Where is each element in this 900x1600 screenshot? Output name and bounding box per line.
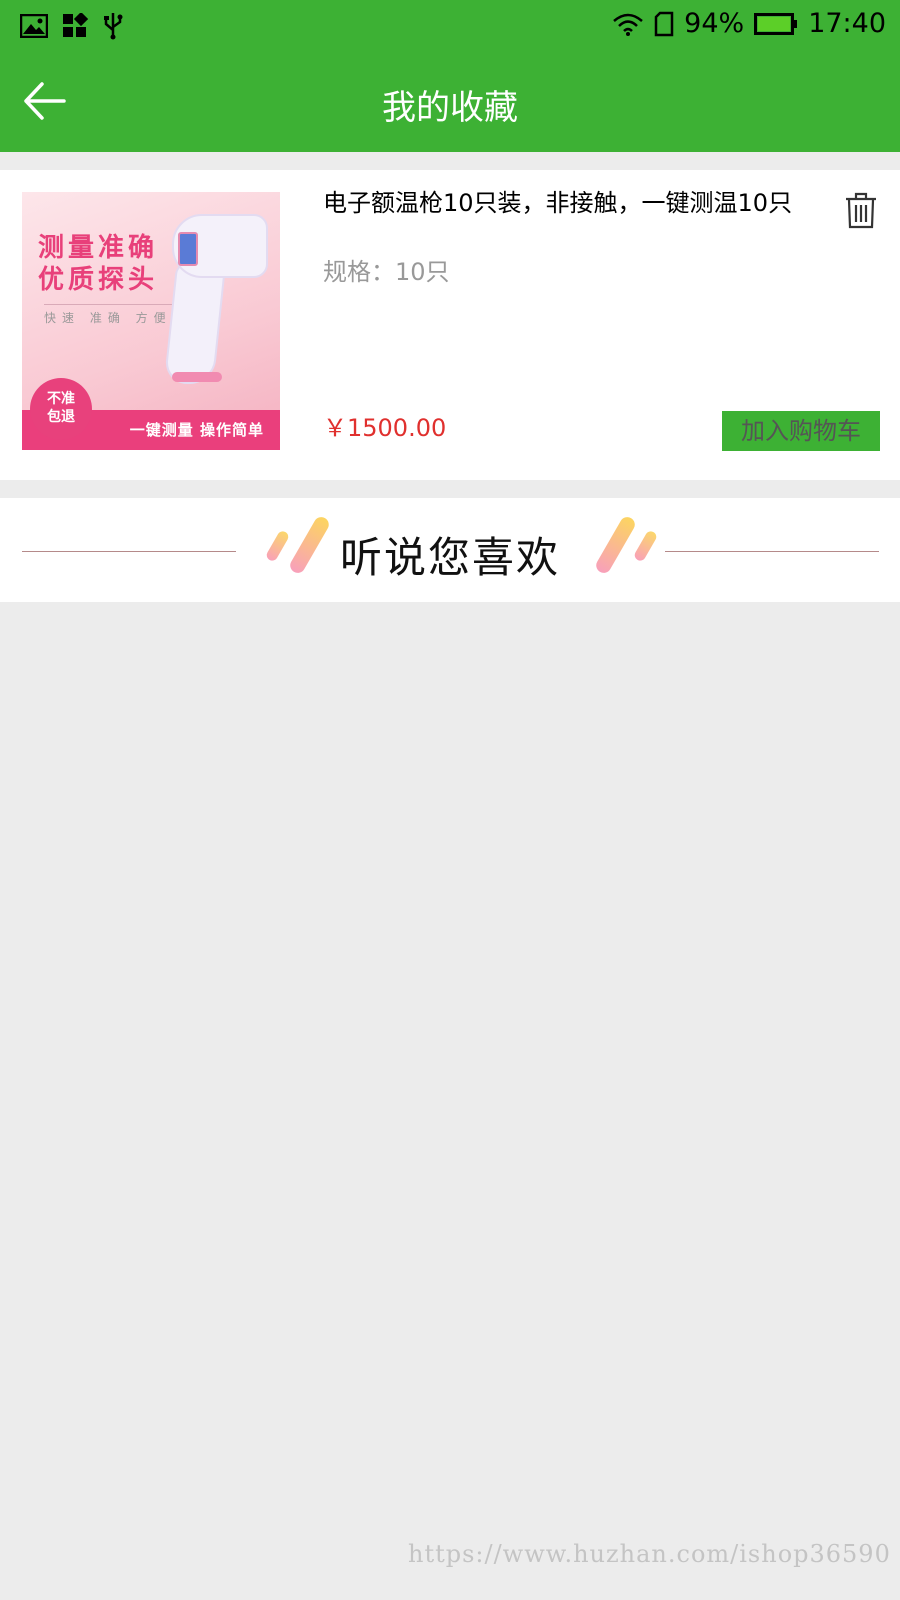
product-spec: 规格：10只 (323, 258, 450, 286)
delete-button[interactable] (844, 192, 878, 230)
sim-icon (654, 11, 674, 36)
product-image-headline-1: 测量准确 (38, 233, 159, 263)
status-right: 94% 17:40 (612, 8, 886, 39)
recommend-section: 听说您喜欢 (0, 498, 900, 602)
watermark: https://www.huzhan.com/ishop36590 (408, 1540, 891, 1568)
status-left-icons (20, 12, 124, 40)
product-image-headline: 测量准确 优质探头 (38, 232, 158, 296)
favorite-item-card[interactable]: 测量准确 优质探头 快速 准确 方便 一键测量 操作简单 不准 包退 电子额温枪… (0, 170, 900, 480)
badge-line-1: 不准 (47, 391, 75, 407)
wifi-icon (613, 13, 643, 36)
product-image-subline: 快速 准确 方便 (44, 304, 172, 326)
product-price: ￥1500.00 (323, 414, 447, 442)
recommend-title: 听说您喜欢 (339, 533, 560, 582)
product-image[interactable]: 测量准确 优质探头 快速 准确 方便 一键测量 操作简单 不准 包退 (22, 192, 280, 450)
page-title: 我的收藏 (382, 88, 518, 128)
thermometer-handle (163, 262, 227, 384)
badge-line-2: 包退 (47, 409, 75, 425)
apps-icon (63, 13, 88, 37)
product-title[interactable]: 电子额温枪10只装，非接触，一键测温10只 (323, 188, 793, 218)
thermometer-trigger (172, 372, 222, 382)
product-image-strip-text: 一键测量 操作简单 (129, 421, 264, 439)
image-icon (20, 14, 48, 38)
trash-icon (846, 192, 876, 229)
battery-icon (754, 12, 798, 35)
thermometer-screen (178, 232, 198, 266)
usb-icon (104, 13, 123, 40)
product-image-headline-2: 优质探头 (38, 265, 159, 295)
status-bar: 94% 17:40 (0, 0, 900, 50)
status-time: 17:40 (808, 8, 886, 39)
app-bar: 我的收藏 (0, 50, 900, 152)
product-image-badge: 不准 包退 (30, 378, 92, 440)
battery-percent: 94% (684, 8, 745, 39)
add-to-cart-button[interactable]: 加入购物车 (722, 411, 880, 451)
